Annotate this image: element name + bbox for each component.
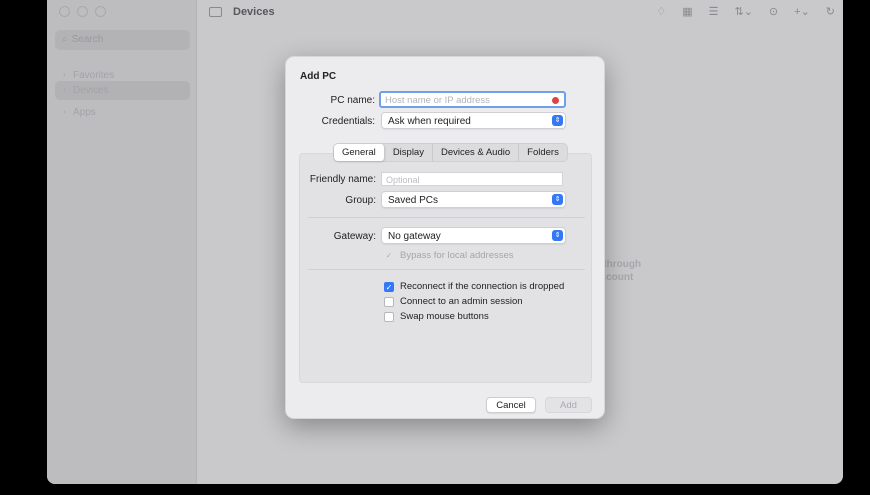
error-icon	[552, 97, 559, 104]
add-icon[interactable]: +⌄	[794, 5, 810, 18]
zoom-window-button[interactable]	[95, 6, 106, 17]
friendly-name-input[interactable]: Optional	[381, 172, 563, 186]
reconnect-checkbox[interactable]: ✓ Reconnect if the connection is dropped	[384, 281, 564, 292]
pc-name-placeholder: Host name or IP address	[385, 95, 490, 106]
add-pc-dialog: Add PC PC name: Host name or IP address …	[285, 56, 605, 419]
admin-session-label: Connect to an admin session	[400, 296, 523, 307]
gateway-select[interactable]: No gateway ⇕	[381, 227, 566, 244]
sidebar-item-apps[interactable]: › Apps	[55, 103, 190, 122]
grid-view-icon[interactable]: ▦	[682, 5, 692, 18]
close-window-button[interactable]	[59, 6, 70, 17]
updown-chevron-icon: ⇕	[552, 194, 563, 205]
group-label: Group:	[345, 195, 376, 206]
bypass-label: Bypass for local addresses	[400, 250, 514, 261]
sidebar-item-label: Favorites	[73, 70, 115, 81]
checkmark-icon: ✓	[385, 250, 393, 260]
pc-name-label: PC name:	[330, 95, 375, 106]
swap-mouse-label: Swap mouse buttons	[400, 311, 489, 322]
toolbar-icons: ♢ ▦ ☰ ⇅⌄ ⊙ +⌄ ↻	[656, 5, 835, 18]
credentials-value: Ask when required	[388, 116, 471, 127]
window-title: Devices	[233, 6, 275, 18]
toolbar: Devices ♢ ▦ ☰ ⇅⌄ ⊙ +⌄ ↻	[197, 0, 843, 24]
reconnect-label: Reconnect if the connection is dropped	[400, 281, 565, 292]
chevron-right-icon: ›	[63, 70, 66, 79]
group-select[interactable]: Saved PCs ⇕	[381, 191, 566, 208]
divider	[308, 269, 585, 270]
tab-display[interactable]: Display	[385, 144, 433, 161]
gateway-value: No gateway	[388, 231, 441, 242]
settings-icon[interactable]: ⊙	[769, 5, 778, 18]
swap-mouse-checkbox[interactable]: Swap mouse buttons	[384, 311, 489, 322]
sidebar-item-label: Devices	[73, 85, 109, 96]
checkmark-icon: ✓	[384, 281, 394, 292]
gateway-label: Gateway:	[333, 231, 376, 242]
group-value: Saved PCs	[388, 195, 439, 206]
bypass-checkbox: ✓ Bypass for local addresses	[384, 250, 514, 261]
sidebar-item-label: Apps	[73, 107, 96, 118]
tab-general[interactable]: General	[334, 144, 385, 161]
list-view-icon[interactable]: ☰	[709, 5, 719, 18]
chevron-right-icon: ›	[63, 85, 66, 94]
window-controls	[59, 6, 106, 17]
friendly-name-label: Friendly name:	[309, 174, 376, 185]
sidebar: ⌕ Search › Favorites › Devices › Apps	[47, 0, 197, 484]
checkbox-icon	[384, 296, 394, 307]
search-placeholder: Search	[71, 34, 104, 45]
sidebar-item-devices[interactable]: › Devices	[55, 81, 190, 100]
sort-icon[interactable]: ⇅⌄	[734, 5, 752, 18]
bell-icon[interactable]: ♢	[656, 5, 666, 18]
minimize-window-button[interactable]	[77, 6, 88, 17]
divider	[308, 217, 585, 218]
friendly-name-placeholder: Optional	[386, 175, 420, 185]
credentials-select[interactable]: Ask when required ⇕	[381, 112, 566, 129]
checkbox-icon	[384, 311, 394, 322]
admin-session-checkbox[interactable]: Connect to an admin session	[384, 296, 523, 307]
add-button[interactable]: Add	[545, 397, 592, 413]
updown-chevron-icon: ⇕	[552, 115, 563, 126]
credentials-label: Credentials:	[321, 116, 375, 127]
tab-bar: General Display Devices & Audio Folders	[333, 143, 568, 162]
dialog-title: Add PC	[300, 71, 337, 82]
cancel-button[interactable]: Cancel	[486, 397, 536, 413]
chevron-right-icon: ›	[63, 107, 66, 116]
tab-folders[interactable]: Folders	[519, 144, 567, 161]
refresh-icon[interactable]: ↻	[826, 5, 835, 18]
settings-panel: Friendly name: Optional Group: Saved PCs…	[299, 153, 592, 383]
sidebar-search[interactable]: ⌕ Search	[55, 30, 190, 50]
updown-chevron-icon: ⇕	[552, 230, 563, 241]
sidebar-toggle-icon[interactable]	[209, 7, 222, 17]
pc-name-input[interactable]: Host name or IP address	[379, 91, 566, 108]
tab-devices-audio[interactable]: Devices & Audio	[433, 144, 520, 161]
search-icon: ⌕	[62, 34, 68, 45]
